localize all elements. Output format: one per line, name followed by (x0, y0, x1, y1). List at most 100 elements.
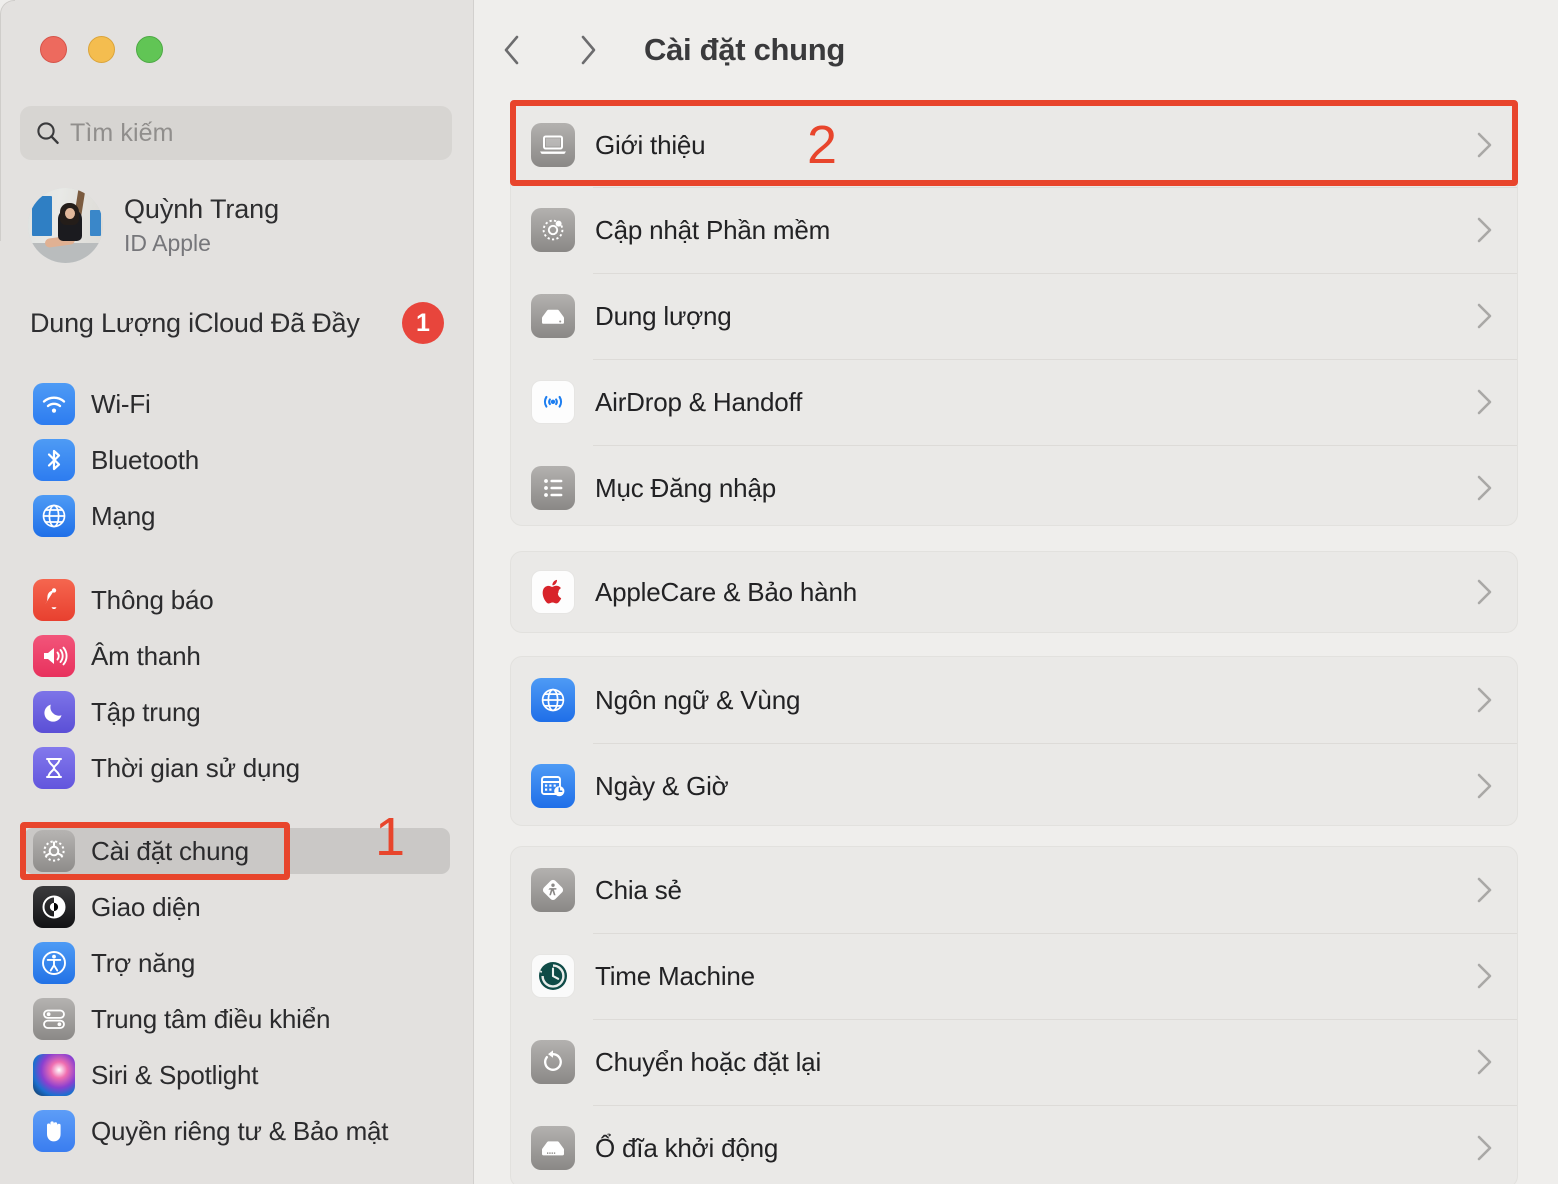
sidebar-item-label: Thời gian sử dụng (91, 752, 300, 783)
search-icon (37, 122, 59, 144)
minimize-button[interactable] (88, 36, 115, 63)
main-row-label: Chia sẻ (595, 874, 682, 905)
sidebar-item-label: Quyền riêng tư & Bảo mật (91, 1115, 389, 1146)
about-laptop-icon (531, 123, 575, 167)
bluetooth-icon (33, 439, 75, 481)
language-globe-icon (531, 678, 575, 722)
profile-name: Quỳnh Trang (124, 193, 279, 224)
sidebar-item-wifi[interactable]: Wi-Fi (24, 381, 450, 427)
forward-chevron-icon (581, 35, 596, 65)
icloud-storage-notice[interactable]: Dung Lượng iCloud Đã Đầy 1 (30, 302, 444, 344)
main-row-date-time[interactable]: Ngày & Giờ (511, 743, 1517, 829)
main-row-label: AppleCare & Bảo hành (595, 576, 857, 607)
main-row-time-machine[interactable]: Time Machine (511, 933, 1517, 1019)
siri-icon (33, 1054, 75, 1096)
main-row-login-items[interactable]: Mục Đăng nhập (511, 445, 1517, 531)
main-row-label: Ổ đĩa khởi động (595, 1132, 779, 1163)
accessibility-icon (33, 942, 75, 984)
main-row-software-update[interactable]: Cập nhật Phần mềm (511, 187, 1517, 273)
main-row-label: Giới thiệu (595, 129, 706, 160)
main-row-sharing[interactable]: Chia sẻ (511, 847, 1517, 933)
page-title: Cài đặt chung (644, 32, 846, 67)
sidebar-item-notifications[interactable]: Thông báo (24, 577, 450, 623)
zoom-button[interactable] (136, 36, 163, 63)
sidebar-item-label: Thông báo (91, 584, 214, 615)
sidebar-item-label: Mạng (91, 500, 156, 531)
main-row-storage[interactable]: Dung lượng (511, 273, 1517, 359)
sidebar-item-privacy-security[interactable]: Quyền riêng tư & Bảo mật (24, 1108, 450, 1154)
sidebar-item-label: Trung tâm điều khiển (91, 1003, 331, 1034)
profile-row[interactable]: Quỳnh Trang ID Apple (28, 188, 279, 263)
software-update-icon (531, 208, 575, 252)
main-row-label: Dung lượng (595, 300, 732, 331)
date-time-icon (531, 764, 575, 808)
avatar (28, 188, 103, 263)
sidebar-item-label: Siri & Spotlight (91, 1059, 259, 1090)
main-row-label: Cập nhật Phần mềm (595, 214, 831, 245)
annotation-number-1: 1 (375, 807, 406, 867)
sidebar-item-focus[interactable]: Tập trung (24, 689, 450, 735)
icloud-notice-badge: 1 (402, 302, 444, 344)
sidebar-item-label: Bluetooth (91, 444, 200, 475)
back-button[interactable] (490, 28, 534, 72)
main-row-applecare[interactable]: AppleCare & Bảo hành (511, 552, 1517, 632)
network-icon (33, 495, 75, 537)
chevron-right-icon (1477, 687, 1492, 713)
control-center-icon (33, 998, 75, 1040)
close-button[interactable] (40, 36, 67, 63)
privacy-hand-icon (33, 1110, 75, 1152)
startup-disk-icon (531, 1126, 575, 1170)
chevron-right-icon (1477, 579, 1492, 605)
chevron-right-icon (1477, 773, 1492, 799)
chevron-right-icon (1477, 963, 1492, 989)
chevron-right-icon (1477, 877, 1492, 903)
sidebar-item-sound[interactable]: Âm thanh (24, 633, 450, 679)
sidebar-item-siri-spotlight[interactable]: Siri & Spotlight (24, 1052, 450, 1098)
system-settings-window: Tìm kiếm Quỳnh Trang ID Apple Dung Lượng… (0, 0, 1558, 1184)
forward-button[interactable] (566, 28, 610, 72)
search-field[interactable]: Tìm kiếm (20, 106, 452, 160)
transfer-reset-icon (531, 1040, 575, 1084)
main-row-label: Chuyển hoặc đặt lại (595, 1046, 822, 1077)
sharing-icon (531, 868, 575, 912)
main-row-airdrop-handoff[interactable]: AirDrop & Handoff (511, 359, 1517, 445)
main-row-startup-disk[interactable]: Ổ đĩa khởi động (511, 1105, 1517, 1184)
sidebar-item-label: Cài đặt chung (91, 835, 249, 866)
main-titlebar: Cài đặt chung (474, 0, 845, 100)
sidebar-item-label: Tập trung (91, 696, 201, 727)
appearance-icon (33, 886, 75, 928)
main-row-transfer-reset[interactable]: Chuyển hoặc đặt lại (511, 1019, 1517, 1105)
sidebar-item-label: Wi-Fi (91, 388, 151, 419)
back-chevron-icon (504, 35, 519, 65)
chevron-right-icon (1477, 1049, 1492, 1075)
chevron-right-icon (1477, 217, 1492, 243)
main-row-label: AirDrop & Handoff (595, 386, 803, 417)
main-row-label: Ngôn ngữ & Vùng (595, 684, 801, 715)
notifications-icon (33, 579, 75, 621)
sidebar-item-network[interactable]: Mạng (24, 493, 450, 539)
chevron-right-icon (1477, 1135, 1492, 1161)
main-row-label: Time Machine (595, 960, 755, 991)
sidebar: Tìm kiếm Quỳnh Trang ID Apple Dung Lượng… (0, 0, 474, 1184)
wifi-icon (33, 383, 75, 425)
settings-group-system: Chia sẻ Time Machine Chuyển hoặc đặt lại… (510, 846, 1518, 1184)
icloud-notice-label: Dung Lượng iCloud Đã Đầy (30, 307, 360, 338)
chevron-right-icon (1477, 132, 1492, 158)
sidebar-item-accessibility[interactable]: Trợ năng (24, 940, 450, 986)
focus-icon (33, 691, 75, 733)
sidebar-item-bluetooth[interactable]: Bluetooth (24, 437, 450, 483)
sidebar-item-control-center[interactable]: Trung tâm điều khiển (24, 996, 450, 1042)
main-row-language-region[interactable]: Ngôn ngữ & Vùng (511, 657, 1517, 743)
settings-group-applecare: AppleCare & Bảo hành (510, 551, 1518, 633)
sound-icon (33, 635, 75, 677)
login-items-icon (531, 466, 575, 510)
settings-group-device: Giới thiệu Cập nhật Phần mềm Dung lượng (510, 102, 1518, 526)
sidebar-item-appearance[interactable]: Giao diện (24, 884, 450, 930)
sidebar-item-screen-time[interactable]: Thời gian sử dụng (24, 745, 450, 791)
time-machine-icon (531, 954, 575, 998)
window-traffic-lights (40, 36, 163, 63)
search-placeholder: Tìm kiếm (70, 118, 174, 147)
general-gear-icon (33, 830, 75, 872)
sidebar-item-label: Giao diện (91, 891, 201, 922)
main-row-about[interactable]: Giới thiệu (511, 103, 1517, 187)
